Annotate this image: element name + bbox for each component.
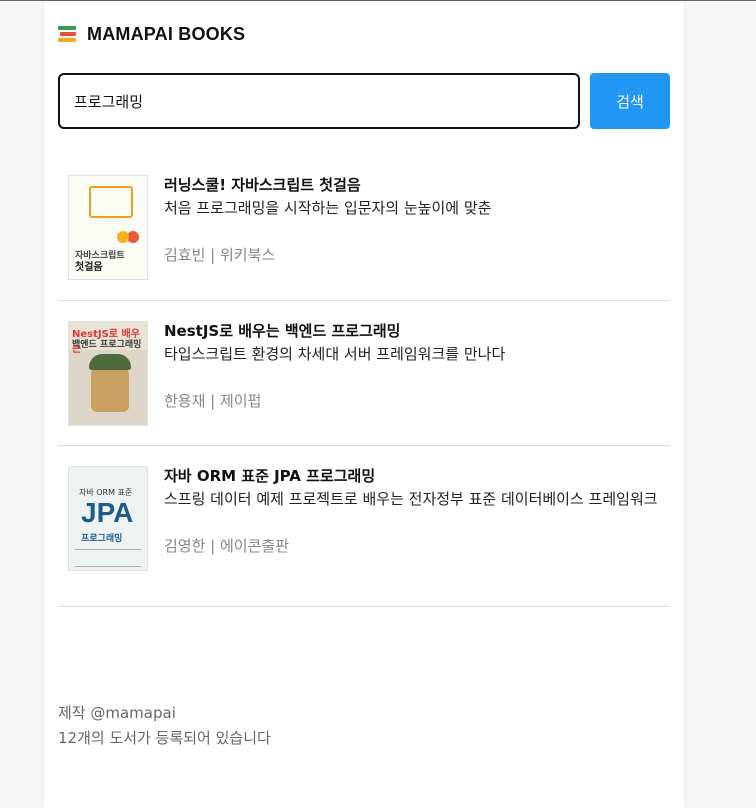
search-input[interactable] [58,73,580,129]
book-item[interactable]: 자바 ORM 표준 JPA 프로그래밍 자바 ORM 표준 JPA 프로그래밍 … [58,446,670,607]
cover-label-sub: 첫걸음 [75,262,103,273]
cover-decoration [89,354,131,370]
book-info: 자바 ORM 표준 JPA 프로그래밍 스프링 데이터 예제 프로젝트로 배우는… [164,466,670,606]
cover-decoration [117,231,129,243]
book-info: 러닝스쿨! 자바스크립트 첫걸음 처음 프로그래밍을 시작하는 입문자의 눈높이… [164,175,670,300]
cover-decoration [89,186,133,218]
book-author-publisher: 김영한 | 에이콘출판 [164,537,289,555]
search-button[interactable]: 검색 [590,73,670,129]
book-description: 타입스크립트 환경의 차세대 서버 프레임워크를 만나다 [164,345,506,363]
book-count-text: 12개의 도서가 등록되어 있습니다 [58,729,271,747]
cover-label-sub: 프로그래밍 [81,534,123,544]
footer: 제작 @mamapai 12개의 도서가 등록되어 있습니다 [58,701,271,751]
cover-decoration [75,549,141,567]
book-cover-image[interactable]: 자바스크립트 첫걸음 [68,175,148,280]
book-title[interactable]: 러닝스쿨! 자바스크립트 첫걸음 [164,174,670,196]
book-info: NestJS로 배우는 백엔드 프로그래밍 타입스크립트 환경의 차세대 서버 … [164,321,670,445]
brand-title[interactable]: MAMAPAI BOOKS [87,24,245,45]
book-title[interactable]: NestJS로 배우는 백엔드 프로그래밍 [164,320,670,342]
footer-credit: 제작 @mamapai [58,704,176,722]
book-description: 스프링 데이터 예제 프로젝트로 배우는 전자정부 표준 데이터베이스 프레임워… [164,490,658,508]
cover-label-main: 백엔드 프로그래밍 [72,340,142,350]
book-cover-image[interactable]: NestJS로 배우는 백엔드 프로그래밍 [68,321,148,426]
book-author-publisher: 한용재 | 제이펍 [164,392,262,410]
book-cover-image[interactable]: 자바 ORM 표준 JPA 프로그래밍 [68,466,148,571]
book-item[interactable]: NestJS로 배우는 백엔드 프로그래밍 NestJS로 배우는 백엔드 프로… [58,301,670,446]
main-panel: MAMAPAI BOOKS 검색 자바스크립트 첫걸음 러닝스쿨! 자바스크립트… [44,1,684,808]
book-list: 자바스크립트 첫걸음 러닝스쿨! 자바스크립트 첫걸음 처음 프로그래밍을 시작… [58,153,670,607]
book-item[interactable]: 자바스크립트 첫걸음 러닝스쿨! 자바스크립트 첫걸음 처음 프로그래밍을 시작… [58,153,670,301]
header: MAMAPAI BOOKS [58,1,670,65]
book-description: 처음 프로그래밍을 시작하는 입문자의 눈높이에 맞춘 [164,199,492,217]
cover-label-main: JPA [81,497,134,528]
book-title[interactable]: 자바 ORM 표준 JPA 프로그래밍 [164,465,670,487]
books-icon [58,24,78,44]
search-bar: 검색 [58,72,670,130]
book-author-publisher: 김효빈 | 위키북스 [164,246,276,264]
